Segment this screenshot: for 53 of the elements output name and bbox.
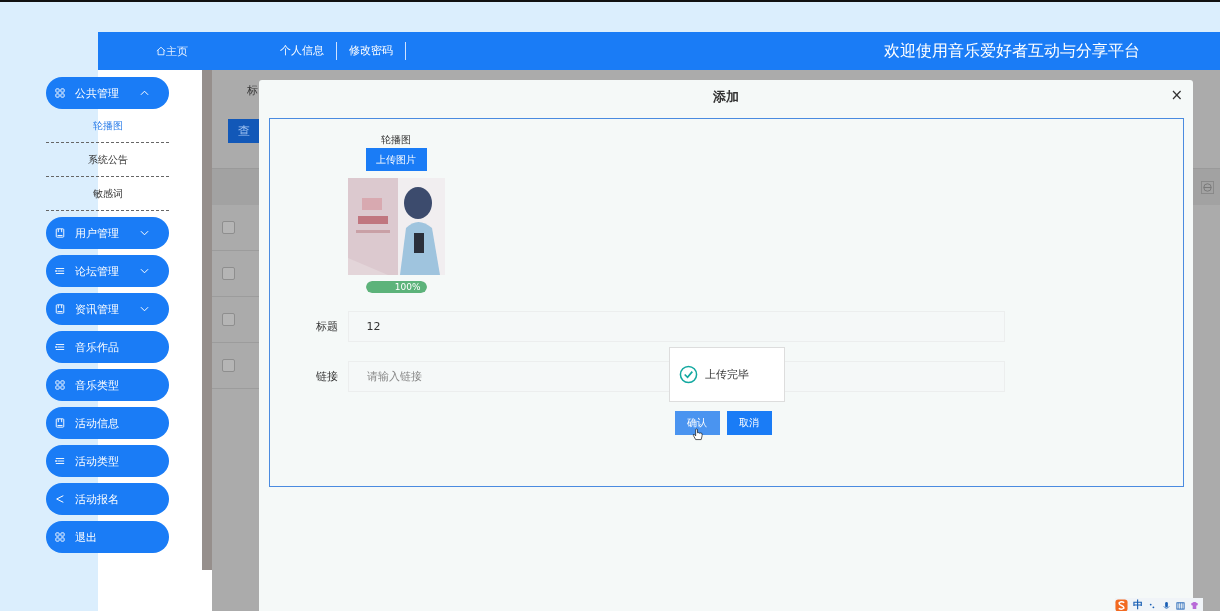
row-checkbox[interactable]: [222, 313, 235, 326]
hand-cursor-icon: [692, 428, 703, 442]
menu-item[interactable]: 活动类型: [46, 445, 169, 477]
grid-icon: [55, 88, 65, 98]
list-icon: [55, 342, 65, 352]
menu-item[interactable]: 退出: [46, 521, 169, 553]
share-icon: [55, 494, 65, 504]
list-icon: [55, 266, 65, 276]
progress-text: 100%: [394, 281, 421, 293]
book-icon: [55, 418, 65, 428]
dialog-title: 添加: [713, 88, 739, 106]
row-checkbox[interactable]: [222, 359, 235, 372]
menu-item[interactable]: 资讯管理: [46, 293, 169, 325]
upload-button[interactable]: 上传图片: [365, 148, 427, 171]
cancel-button[interactable]: 取消: [726, 411, 772, 435]
submenu-item[interactable]: 敏感词: [46, 177, 169, 211]
menu-item[interactable]: 活动报名: [46, 483, 169, 515]
skin-icon[interactable]: [1190, 600, 1199, 610]
row-checkbox[interactable]: [222, 221, 235, 234]
nav-link[interactable]: 修改密码: [337, 42, 406, 60]
field-label: 链接: [314, 369, 339, 384]
upload-label: 轮播图: [381, 133, 411, 147]
menu-item[interactable]: 用户管理: [46, 217, 169, 249]
search-label: 标: [247, 82, 258, 98]
field-label: 标题: [314, 319, 339, 334]
grid-icon: [55, 380, 65, 390]
input-field[interactable]: 12: [347, 311, 1005, 342]
site-title: 欢迎使用音乐爱好者互动与分享平台: [884, 40, 1140, 62]
close-button[interactable]: ×: [1168, 84, 1185, 106]
nav-link[interactable]: 个人信息: [268, 42, 337, 60]
toast-text: 上传完毕: [705, 367, 749, 382]
menu-item[interactable]: 音乐作品: [46, 331, 169, 363]
menu-item[interactable]: 活动信息: [46, 407, 169, 439]
list-icon: [55, 456, 65, 466]
submenu-item[interactable]: 轮播图: [46, 109, 169, 143]
scrollbar[interactable]: [202, 70, 212, 570]
book-icon: [55, 304, 65, 314]
ime-mode-text[interactable]: 中: [1133, 598, 1143, 611]
home-icon: [156, 46, 166, 56]
printer-icon[interactable]: [1201, 180, 1214, 194]
book-icon: [55, 228, 65, 238]
confirm-button[interactable]: 确认: [674, 411, 720, 435]
keyboard-icon[interactable]: [1176, 600, 1185, 610]
query-button[interactable]: 查: [228, 119, 262, 143]
menu-item[interactable]: 公共管理: [46, 77, 169, 109]
microphone-icon[interactable]: [1162, 600, 1171, 610]
menu-item[interactable]: 音乐类型: [46, 369, 169, 401]
submenu-item[interactable]: 系统公告: [46, 143, 169, 177]
grid-icon: [55, 532, 65, 542]
ime-logo-icon[interactable]: [1115, 598, 1128, 611]
menu-item[interactable]: 论坛管理: [46, 255, 169, 287]
row-checkbox[interactable]: [222, 267, 235, 280]
home-link[interactable]: 主页: [98, 43, 246, 59]
